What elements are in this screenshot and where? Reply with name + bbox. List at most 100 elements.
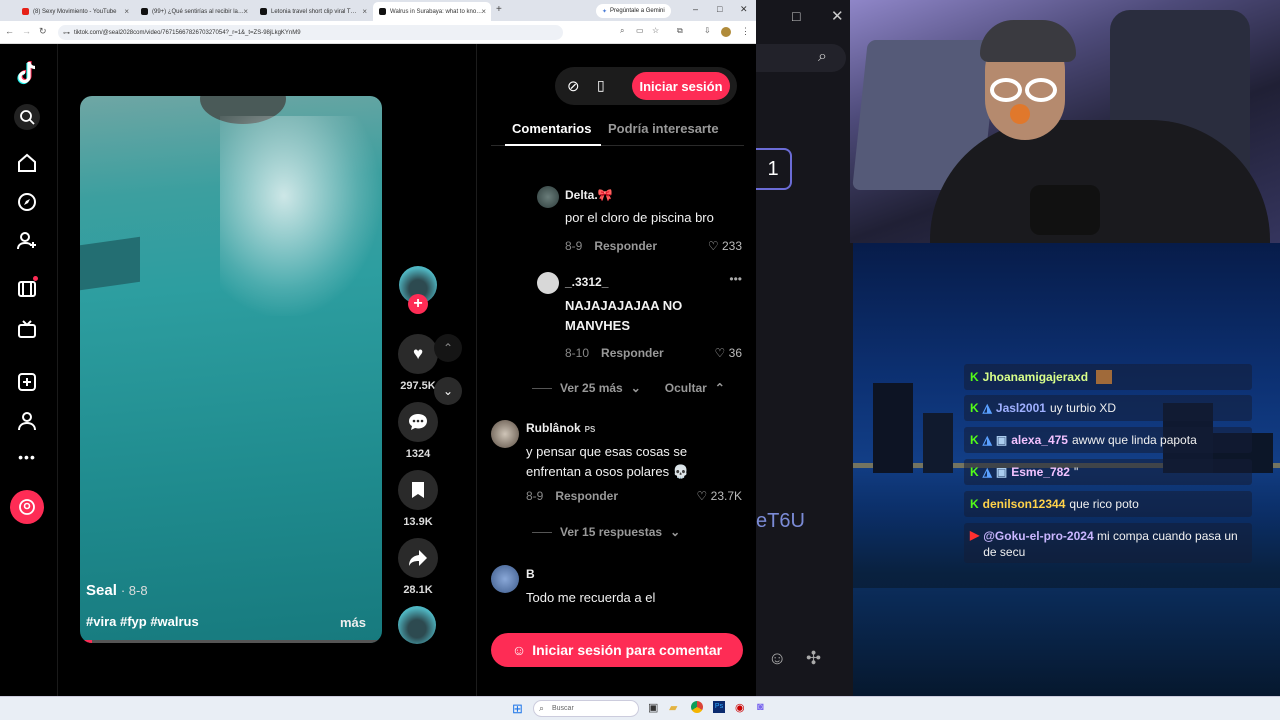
emoji-icon[interactable]: ☺ [768, 648, 786, 669]
see-more-replies-button[interactable]: Ver 25 más [560, 381, 623, 395]
chat-message: K ◮ ▣ alexa_475 awww que linda papota [964, 427, 1252, 453]
comment-action[interactable]: 1324 [396, 402, 440, 460]
reply-button[interactable]: Responder [555, 489, 618, 503]
save-count: 13.9K [403, 516, 433, 528]
close-tab-icon[interactable]: × [243, 7, 248, 16]
browser-tab-active[interactable]: Walrus in Surabaya: what to kno… × [373, 2, 491, 21]
avatar[interactable] [537, 272, 559, 294]
share-arrow-icon[interactable] [398, 538, 438, 578]
taskbar-search[interactable]: ⌕ Buscar [533, 700, 639, 717]
login-button[interactable]: Iniciar sesión [632, 72, 730, 100]
browser-tab[interactable]: Letonia travel short clip viral T… × [254, 2, 372, 21]
comment-bubble-icon[interactable] [398, 402, 438, 442]
music-disc-avatar[interactable] [398, 606, 436, 644]
close-tab-icon[interactable]: × [124, 7, 129, 16]
like-action[interactable]: ♥ 297.5K [396, 334, 440, 392]
person-cap [980, 20, 1076, 62]
back-icon[interactable]: ← [5, 26, 14, 36]
comment-username[interactable]: Delta.🎀 [565, 188, 613, 202]
more-options-icon[interactable]: ••• [729, 272, 742, 286]
phone-icon[interactable]: ▯ [597, 77, 605, 94]
replies-controls: Ver 15 respuestas ⌄ [532, 525, 680, 539]
photoshop-icon[interactable]: Ps [713, 701, 725, 713]
tv-icon[interactable] [14, 316, 40, 342]
compass-icon[interactable]: ⊘ [567, 77, 580, 95]
task-view-icon[interactable]: ▣ [648, 701, 658, 714]
url-field[interactable]: ⊶ tiktok.com/@seal2028com/video/76715667… [58, 25, 563, 40]
account-circle-icon[interactable] [10, 490, 44, 524]
extensions-icon[interactable]: ⧉ [677, 26, 683, 36]
chat-message: K ◮ Jasl2001 uy turbio XD [964, 395, 1252, 421]
chat-text: uy turbio XD [1049, 401, 1116, 415]
more-dots-icon[interactable]: ••• [14, 444, 40, 470]
close-window-icon[interactable]: ✕ [740, 4, 748, 15]
heart-icon[interactable]: ♥ [398, 334, 438, 374]
comment-username[interactable]: Rublânok [526, 421, 581, 435]
next-video-icon[interactable]: ⌄ [434, 377, 462, 405]
new-tab-icon[interactable]: + [496, 4, 502, 15]
close-tab-icon[interactable]: × [481, 7, 486, 16]
progress-track[interactable] [80, 640, 382, 643]
forward-icon[interactable]: → [22, 26, 31, 36]
see-more-link[interactable]: más [340, 615, 366, 630]
reload-icon[interactable]: ↻ [39, 26, 47, 37]
reply-button[interactable]: Responder [594, 239, 657, 253]
creator-avatar[interactable]: + [396, 266, 440, 314]
close-tab-icon[interactable]: × [362, 7, 367, 16]
downloads-icon[interactable]: ⇩ [704, 26, 711, 35]
upload-icon[interactable] [14, 369, 40, 395]
app-icon[interactable]: ◉ [735, 701, 745, 714]
discord-icon[interactable]: ◙ [757, 701, 764, 713]
bookmark-icon[interactable] [398, 470, 438, 510]
zoom-icon[interactable]: ⌕ [620, 26, 624, 36]
tab-might-interest[interactable]: Podría interesarte [608, 121, 719, 136]
follow-plus-icon[interactable]: + [408, 294, 428, 314]
windows-start-icon[interactable]: ⊞ [512, 701, 523, 717]
cast-icon[interactable]: ▭ [636, 26, 644, 35]
search-icon[interactable]: ⌕ [818, 48, 827, 66]
video-author[interactable]: Seal [86, 582, 117, 599]
maximize-icon[interactable]: □ [792, 8, 800, 24]
avatar[interactable] [537, 186, 559, 208]
browser-tab[interactable]: (99+) ¿Qué sentirías al recibir la… × [135, 2, 253, 21]
live-icon[interactable] [14, 276, 40, 302]
comment-like[interactable]: ♡ 23.7K [697, 489, 742, 503]
search-icon[interactable] [14, 104, 40, 130]
profile-avatar[interactable] [721, 27, 731, 37]
maximize-icon[interactable]: □ [717, 4, 722, 14]
video-date: · 8-8 [120, 583, 148, 598]
share-action[interactable]: 28.1K [396, 538, 440, 596]
browser-tab[interactable]: (8) Sexy Movimiento - YouTube × [16, 2, 134, 21]
home-icon[interactable] [14, 150, 40, 176]
bookmark-star-icon[interactable]: ☆ [652, 26, 659, 35]
tiktok-logo-icon[interactable] [14, 60, 40, 86]
close-window-icon[interactable]: ✕ [831, 7, 844, 25]
following-icon[interactable] [14, 228, 40, 254]
nose-filter [1010, 104, 1030, 124]
explore-icon[interactable] [14, 189, 40, 215]
save-action[interactable]: 13.9K [396, 470, 440, 528]
menu-kebab-icon[interactable]: ⋮ [741, 26, 750, 37]
apps-icon[interactable]: ✣ [806, 648, 821, 669]
reply-button[interactable]: Responder [601, 346, 664, 360]
previous-video-icon[interactable]: ⌃ [434, 334, 462, 362]
video-player[interactable]: Seal · 8-8 #vira #fyp #walrus más [80, 96, 382, 643]
avatar[interactable] [491, 420, 519, 448]
login-to-comment-button[interactable]: ☺ Iniciar sesión para comentar [491, 633, 743, 667]
comment-like[interactable]: ♡ 36 [715, 346, 742, 360]
gemini-button[interactable]: ✦ Pregúntale a Gemini [596, 4, 671, 18]
chrome-icon[interactable] [691, 701, 703, 713]
tab-comments[interactable]: Comentarios [512, 121, 591, 136]
avatar[interactable] [491, 565, 519, 593]
see-replies-button[interactable]: Ver 15 respuestas [560, 525, 662, 539]
video-hashtags[interactable]: #vira #fyp #walrus [86, 614, 199, 629]
file-explorer-icon[interactable]: ▰ [669, 701, 677, 714]
comment-username[interactable]: B [526, 567, 535, 581]
comment-like[interactable]: ♡ 233 [708, 239, 742, 253]
profile-icon[interactable] [14, 408, 40, 434]
search-box[interactable] [756, 44, 846, 72]
comment-username[interactable]: _.3312_ [565, 275, 608, 289]
water-reflection [853, 588, 1280, 696]
hide-replies-button[interactable]: Ocultar [665, 381, 707, 395]
minimize-icon[interactable]: – [693, 4, 698, 14]
